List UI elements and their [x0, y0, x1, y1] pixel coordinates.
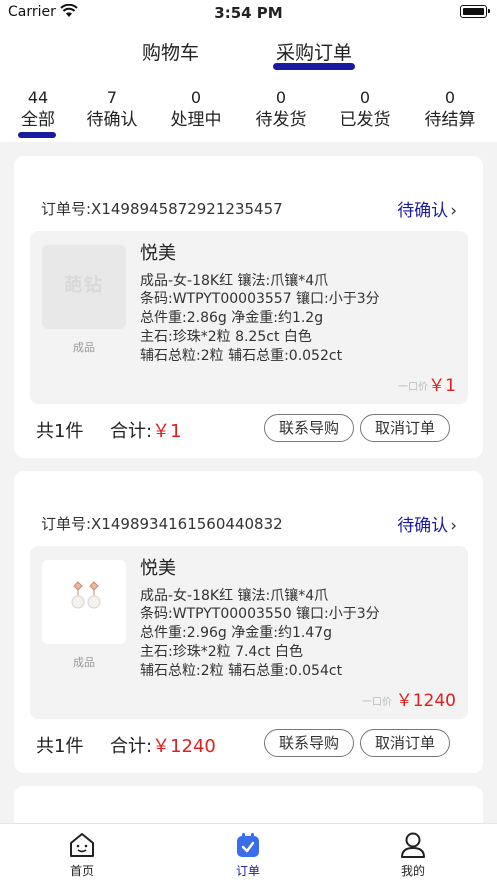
profile-icon: [401, 832, 425, 858]
order-total: 合计:￥1240: [110, 732, 216, 758]
order-total-label: 合计:: [110, 421, 153, 442]
contact-guide-button[interactable]: 联系导购: [264, 729, 354, 757]
order-number: 订单号:X1498934161560440832: [41, 515, 283, 533]
battery-icon: [460, 5, 490, 18]
cancel-order-button[interactable]: 取消订单: [360, 729, 450, 757]
tab-cart[interactable]: 购物车: [142, 38, 199, 65]
status-count: 0: [359, 88, 371, 107]
active-status-underline: [18, 132, 56, 138]
tab-orders-label: 订单: [235, 864, 260, 878]
order-total-value: ￥1240: [152, 736, 216, 757]
status-tab-processing[interactable]: 0 处理中: [154, 88, 238, 132]
order-status-label: 待确认: [397, 516, 449, 536]
unit-price: ￥1240: [395, 691, 456, 711]
order-status[interactable]: 待确认 ›: [397, 511, 457, 536]
product-name: 悦美: [140, 243, 176, 264]
order-card[interactable]: 订单号:X1498934161560440832 待确认 › 成品 悦美 成品-女…: [14, 471, 483, 773]
product-spec-line: 辅石总粒:2粒 辅石总重:0.054ct: [140, 663, 343, 679]
product-spec-line: 主石:珍珠*2粒 7.4ct 白色: [140, 644, 303, 660]
tab-orders[interactable]: 订单: [208, 830, 288, 879]
order-total-label: 合计:: [110, 736, 153, 757]
product-spec-line: 条码:WTPYT00003557 镶口:小于3分: [140, 291, 380, 307]
product-spec-line: 总件重:2.96g 净金重:约1.47g: [140, 625, 333, 641]
product-type-label: 成品: [73, 341, 95, 354]
tab-cart-label: 购物车: [142, 42, 200, 64]
status-count: 0: [190, 88, 202, 107]
status-label: 已发货: [339, 110, 391, 130]
clock: 3:54 PM: [214, 4, 283, 22]
status-count: 44: [27, 88, 49, 107]
pearl-earrings-image: [71, 581, 101, 609]
status-count: 0: [444, 88, 456, 107]
cancel-order-button[interactable]: 取消订单: [360, 414, 450, 442]
order-status-label: 待确认: [397, 201, 449, 221]
status-label: 待发货: [255, 110, 307, 130]
product-spec-line: 成品-女-18K红 镶法:爪镶*4爪: [140, 273, 329, 289]
product-thumbnail: [42, 560, 126, 644]
active-tab-underline: [273, 63, 356, 70]
tab-home[interactable]: 首页: [42, 830, 122, 879]
status-tab-all[interactable]: 44 全部: [0, 88, 80, 138]
product-spec-line: 条码:WTPYT00003550 镶口:小于3分: [140, 606, 380, 622]
order-total-value: ￥1: [152, 421, 182, 442]
order-status[interactable]: 待确认 ›: [397, 196, 457, 221]
contact-guide-button[interactable]: 联系导购: [264, 414, 354, 442]
brand-watermark: 葩钻: [64, 275, 104, 296]
status-label: 待结算: [424, 110, 476, 130]
product-item[interactable]: 葩钻 成品 悦美 成品-女-18K红 镶法:爪镶*4爪 条码:WTPYT0000…: [30, 231, 468, 404]
product-item[interactable]: 成品 悦美 成品-女-18K红 镶法:爪镶*4爪 条码:WTPYT0000355…: [30, 546, 468, 719]
order-card[interactable]: 订单号:X1498945872921235457 待确认 › 葩钻 成品 悦美 成…: [14, 156, 483, 458]
order-status-filter: 44 全部 7 待确认 0 处理中 0 待发货 0 已发货 0 待结算: [0, 80, 497, 142]
tab-home-label: 首页: [69, 864, 94, 878]
unit-price: ￥1: [428, 376, 456, 396]
status-tab-shipped[interactable]: 0 已发货: [323, 88, 407, 132]
top-nav: 购物车 采购订单: [0, 26, 497, 80]
status-label: 处理中: [170, 110, 222, 130]
orders-icon: [237, 833, 259, 857]
status-count: 7: [106, 88, 118, 107]
product-spec-line: 主石:珍珠*2粒 8.25ct 白色: [140, 329, 312, 345]
status-tab-pending-settlement[interactable]: 0 待结算: [408, 88, 492, 132]
product-spec-line: 成品-女-18K红 镶法:爪镶*4爪: [140, 588, 329, 604]
fixed-price-label: 一口价: [362, 697, 392, 708]
status-tab-pending-confirm[interactable]: 7 待确认: [70, 88, 154, 132]
status-label: 待确认: [86, 110, 138, 130]
item-count: 共1件: [36, 736, 84, 757]
item-count: 共1件: [36, 421, 84, 442]
status-label: 全部: [21, 110, 55, 130]
product-spec-line: 总件重:2.86g 净金重:约1.2g: [140, 310, 324, 326]
order-number: 订单号:X1498945872921235457: [41, 200, 283, 218]
product-name: 悦美: [140, 558, 176, 579]
tab-profile-label: 我的: [400, 864, 425, 878]
bottom-tab-bar: 首页 订单 我的: [0, 823, 497, 883]
status-tab-pending-shipment[interactable]: 0 待发货: [239, 88, 323, 132]
chevron-right-icon: ›: [450, 201, 457, 221]
product-spec-line: 辅石总粒:2粒 辅石总重:0.052ct: [140, 348, 343, 364]
order-total: 合计:￥1: [110, 417, 182, 443]
product-thumbnail: 葩钻: [42, 245, 126, 329]
product-type-label: 成品: [73, 656, 95, 669]
status-count: 0: [275, 88, 287, 107]
home-icon: [70, 833, 94, 857]
tab-purchase-orders-label: 采购订单: [276, 42, 353, 64]
status-bar: Carrier 3:54 PM: [0, 0, 497, 26]
tab-purchase-orders[interactable]: 采购订单: [273, 38, 356, 70]
chevron-right-icon: ›: [450, 516, 457, 536]
tab-profile[interactable]: 我的: [373, 830, 453, 879]
fixed-price-label: 一口价: [398, 382, 428, 393]
